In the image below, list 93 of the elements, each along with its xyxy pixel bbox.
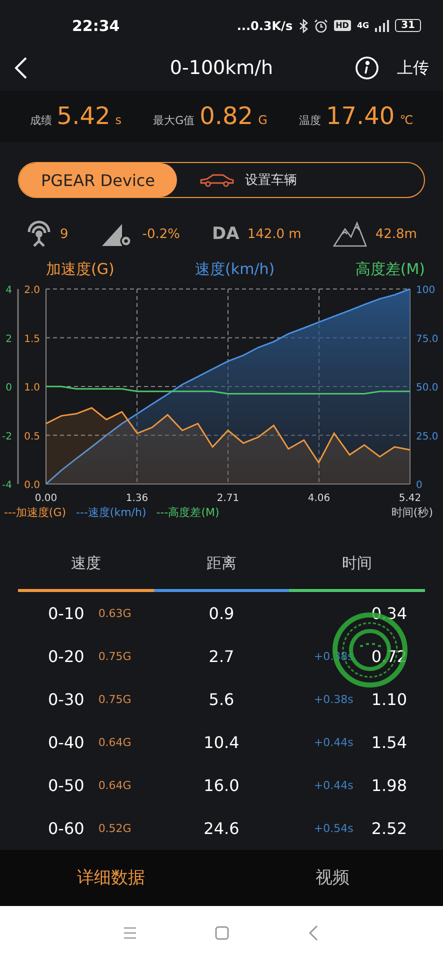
distance-value: 2.7 <box>208 647 234 666</box>
axis-tick-label: 2.0 <box>24 285 40 296</box>
network-type: 4G <box>356 21 370 30</box>
speed-range: 0-60 <box>48 819 84 838</box>
bottom-tab[interactable]: 详细数据 <box>0 850 222 906</box>
speed-range: 0-30 <box>48 690 84 710</box>
legend-item: ---加速度(G) <box>4 505 66 520</box>
chart-axis-title: 高度差(M) <box>355 260 425 280</box>
summary-value: 0.82 <box>200 102 254 130</box>
legend-item: ---速度(km/h) <box>76 505 146 520</box>
axis-tick-label: -4 <box>2 480 12 492</box>
time-value: 1.10 <box>371 690 407 710</box>
back-button[interactable] <box>14 56 28 80</box>
battery-level: 31 <box>395 19 421 32</box>
segment-tab[interactable]: PGEAR Device <box>19 162 178 198</box>
page-title: 0-100km/h <box>168 57 274 80</box>
axis-tick-label: 1.5 <box>24 334 40 345</box>
axis-tick-label: 0.5 <box>24 431 40 442</box>
distance-value: 24.6 <box>204 819 240 838</box>
mountain-icon <box>333 221 368 248</box>
indicator-value: -0.2% <box>142 226 180 242</box>
chart-axis-title: 加速度(G) <box>46 260 114 280</box>
summary-label: 成绩 <box>30 113 52 128</box>
time-value: 1.98 <box>371 776 407 796</box>
g-value: 0.63G <box>98 607 132 620</box>
time-delta: +0.44s <box>314 779 354 792</box>
axis-tick-label: 5.42 <box>398 493 422 504</box>
indicator-value: 9 <box>60 226 68 242</box>
network-speed: ...0.3K/s <box>236 18 293 33</box>
distance-value: 10.4 <box>204 733 240 752</box>
axis-tick-label: 2 <box>6 334 12 345</box>
home-icon[interactable] <box>214 924 230 941</box>
axis-tick-label: -2 <box>2 431 12 442</box>
time-delta: +0.38s <box>314 693 354 706</box>
axis-tick-label: 1.36 <box>126 493 148 504</box>
density-altitude-label: DA <box>212 224 240 244</box>
column-header: 距离 <box>206 553 236 574</box>
g-value: 0.75G <box>98 650 132 664</box>
speed-range: 0-40 <box>48 733 84 752</box>
info-icon[interactable] <box>355 56 379 80</box>
speed-range: 0-10 <box>48 604 84 624</box>
time-value: 2.52 <box>371 819 407 838</box>
alarm-icon <box>314 18 328 33</box>
chart-axis-title: 速度(km/h) <box>195 260 275 280</box>
axis-tick-label: 25.0 <box>416 431 438 442</box>
legend-item: ---高度差(M) <box>156 505 220 520</box>
summary-value: 5.42 <box>56 102 110 130</box>
signal-icon <box>375 20 390 32</box>
speed-range: 0-50 <box>48 776 84 796</box>
column-header: 时间 <box>342 553 372 574</box>
summary-unit: ℃ <box>400 113 414 128</box>
car-icon <box>199 173 236 188</box>
time-value: 0.72 <box>371 647 407 666</box>
time-value: 1.54 <box>371 733 407 752</box>
column-header: 速度 <box>70 553 101 574</box>
clock: 22:34 <box>72 16 120 35</box>
menu-icon[interactable] <box>122 924 138 941</box>
segment-tab[interactable]: 设置车辆 <box>177 162 320 198</box>
g-value: 0.64G <box>98 779 132 792</box>
summary-label: 最大G值 <box>153 113 195 128</box>
summary-unit: s <box>115 113 122 128</box>
axis-tick-label: 0.0 <box>24 480 40 492</box>
distance-value: 5.6 <box>208 690 234 710</box>
g-value: 0.52G <box>98 822 132 836</box>
distance-value: 16.0 <box>204 776 240 796</box>
axis-tick-label: 4.06 <box>308 493 330 504</box>
indicator-value: 42.8m <box>375 226 417 242</box>
axis-tick-label: 2.71 <box>216 493 240 504</box>
bluetooth-icon <box>298 18 308 33</box>
time-delta: +0.44s <box>314 736 354 750</box>
satellite-signal-icon <box>26 220 52 248</box>
axis-tick-label: 1.0 <box>24 382 40 394</box>
axis-tick-label: 0.00 <box>34 493 58 504</box>
indicator-value: 142.0 m <box>247 226 302 242</box>
axis-tick-label: 0 <box>6 382 12 394</box>
axis-tick-label: 100 <box>416 285 436 296</box>
bottom-tab[interactable]: 视频 <box>222 850 443 906</box>
g-value: 0.64G <box>98 736 132 750</box>
upload-button[interactable]: 上传 <box>397 58 429 79</box>
speed-range: 0-20 <box>48 647 84 666</box>
time-value: 0.34 <box>371 604 407 624</box>
time-delta: +0.54s <box>314 822 354 836</box>
summary-unit: G <box>258 113 268 128</box>
axis-tick-label: 0 <box>416 480 422 492</box>
x-axis-title: 时间(秒) <box>391 505 433 520</box>
summary-label: 温度 <box>298 113 321 128</box>
axis-tick-label: 4 <box>6 285 12 296</box>
distance-value: 0.9 <box>208 604 234 624</box>
axis-tick-label: 75.0 <box>416 334 438 345</box>
g-value: 0.75G <box>98 693 132 706</box>
summary-value: 17.40 <box>326 102 395 130</box>
hd-badge: HD <box>334 20 351 32</box>
axis-tick-label: 50.0 <box>416 382 438 394</box>
